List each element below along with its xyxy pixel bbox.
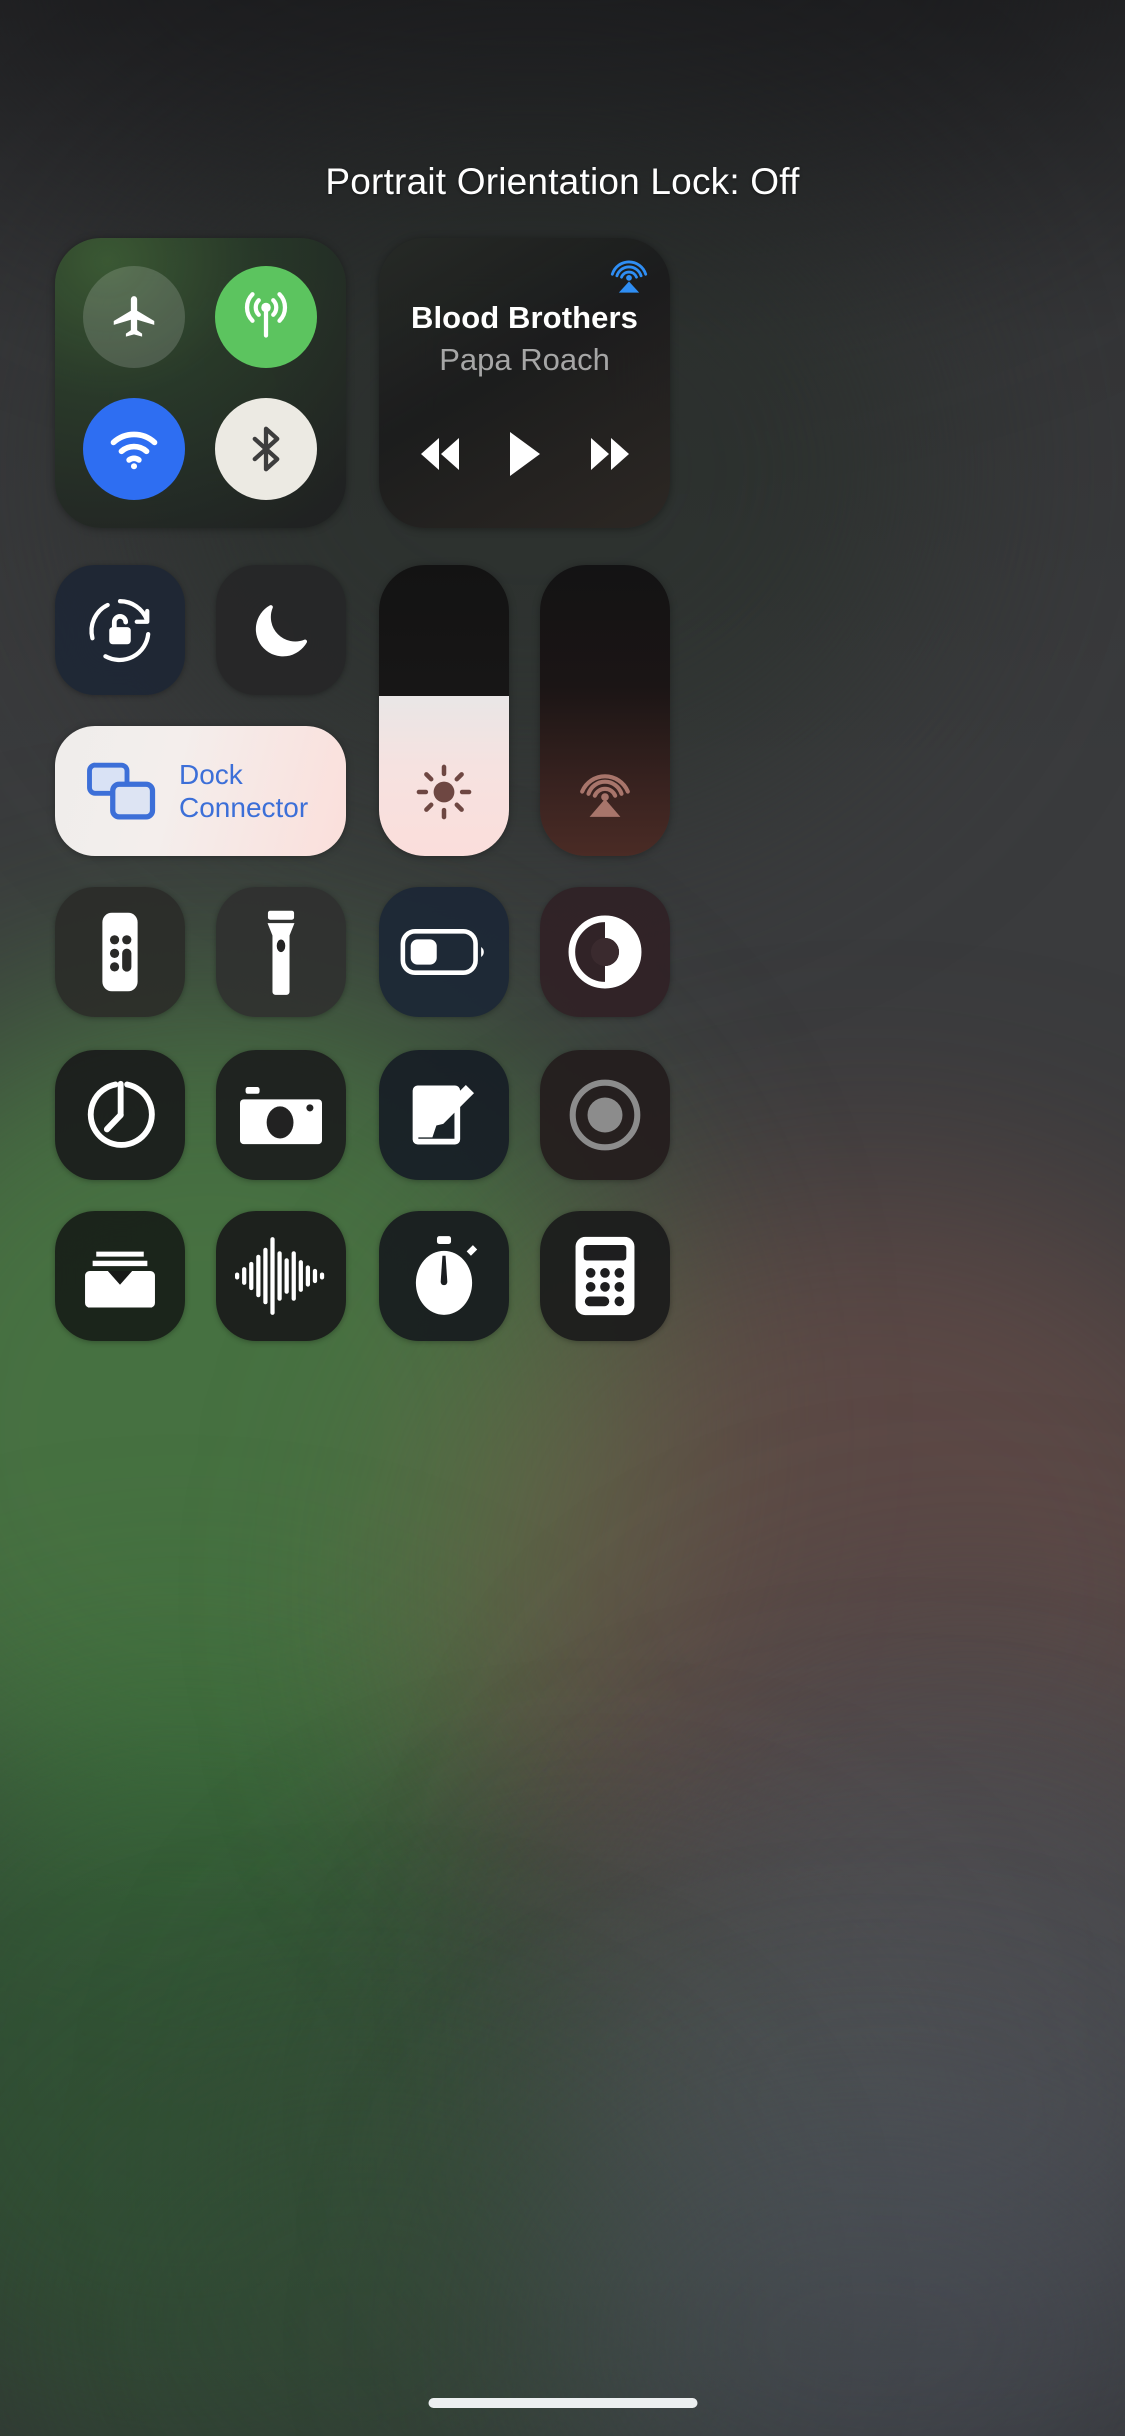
timer-icon: [81, 1076, 159, 1154]
notes-tile[interactable]: [379, 1050, 509, 1180]
airplane-mode-toggle[interactable]: [83, 266, 185, 368]
flashlight-tile[interactable]: [216, 887, 346, 1017]
voice-memos-tile[interactable]: [216, 1211, 346, 1341]
wifi-toggle[interactable]: [83, 398, 185, 500]
do-not-disturb-toggle[interactable]: [216, 565, 346, 695]
flashlight-icon: [260, 908, 302, 996]
connectivity-module[interactable]: [55, 238, 346, 528]
airplay-video-icon: [540, 758, 670, 824]
notes-pencil-icon: [406, 1077, 482, 1153]
rotation-lock-toggle[interactable]: [55, 565, 185, 695]
wallet-tile[interactable]: [55, 1211, 185, 1341]
low-power-mode-tile[interactable]: [379, 887, 509, 1017]
bluetooth-icon: [239, 422, 293, 476]
cellular-data-toggle[interactable]: [215, 266, 317, 368]
calculator-icon: [574, 1235, 636, 1317]
play-button[interactable]: [479, 424, 569, 484]
waveform-icon: [235, 1237, 327, 1315]
battery-icon: [400, 927, 488, 977]
orientation-lock-status-text: Portrait Orientation Lock: Off: [325, 161, 800, 202]
screen-mirroring-icon: [85, 761, 157, 821]
screen-record-icon: [567, 1077, 643, 1153]
track-artist: Papa Roach: [439, 342, 610, 377]
dark-mode-tile[interactable]: [540, 887, 670, 1017]
control-center: Portrait Orientation Lock: Off Blood Bro…: [0, 0, 1125, 2436]
calculator-tile[interactable]: [540, 1211, 670, 1341]
camera-icon: [240, 1081, 322, 1149]
bluetooth-toggle[interactable]: [215, 398, 317, 500]
airplane-icon: [107, 290, 161, 344]
forward-button[interactable]: [565, 424, 655, 484]
brightness-sun-icon: [379, 760, 509, 824]
cellular-icon: [236, 287, 296, 347]
rewind-button[interactable]: [395, 424, 485, 484]
stopwatch-icon: [408, 1235, 480, 1317]
screen-mirroring-tile[interactable]: Dock Connector: [55, 726, 346, 856]
wallet-icon: [82, 1239, 158, 1313]
volume-slider[interactable]: [540, 565, 670, 856]
wifi-icon: [106, 421, 162, 477]
moon-icon: [247, 596, 315, 664]
remote-icon: [99, 910, 141, 994]
apple-tv-remote-tile[interactable]: [55, 887, 185, 1017]
play-icon: [502, 428, 546, 480]
screen-mirroring-label: Dock Connector: [179, 759, 309, 823]
now-playing-module[interactable]: Blood Brothers Papa Roach: [379, 238, 670, 528]
dark-mode-icon: [566, 913, 644, 991]
brightness-slider[interactable]: [379, 565, 509, 856]
rewind-icon: [409, 432, 471, 476]
timer-tile[interactable]: [55, 1050, 185, 1180]
camera-tile[interactable]: [216, 1050, 346, 1180]
forward-icon: [579, 432, 641, 476]
rotation-lock-open-icon: [82, 592, 158, 668]
screen-recording-tile[interactable]: [540, 1050, 670, 1180]
track-title: Blood Brothers: [410, 300, 638, 335]
home-indicator[interactable]: [428, 2398, 697, 2408]
airplay-audio-icon[interactable]: [606, 252, 652, 298]
stopwatch-tile[interactable]: [379, 1211, 509, 1341]
